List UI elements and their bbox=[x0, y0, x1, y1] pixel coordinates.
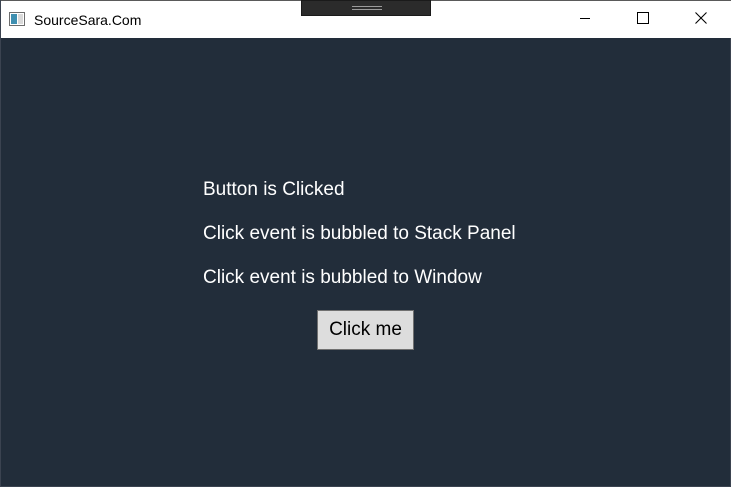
maximize-button[interactable] bbox=[620, 1, 666, 38]
app-window: SourceSara.Com Button is Clicked Click e… bbox=[0, 0, 731, 487]
window-title: SourceSara.Com bbox=[34, 12, 142, 28]
message-window: Click event is bubbled to Window bbox=[203, 267, 482, 288]
minimize-icon bbox=[579, 11, 591, 29]
minimize-button[interactable] bbox=[562, 1, 608, 38]
drag-handle[interactable] bbox=[301, 0, 431, 16]
message-button-clicked: Button is Clicked bbox=[203, 179, 345, 200]
message-stack-panel: Click event is bubbled to Stack Panel bbox=[203, 223, 516, 244]
content-area: Button is Clicked Click event is bubbled… bbox=[1, 38, 731, 487]
title-bar[interactable]: SourceSara.Com bbox=[1, 0, 731, 38]
maximize-icon bbox=[637, 11, 649, 29]
click-me-button[interactable]: Click me bbox=[317, 310, 414, 350]
close-icon bbox=[695, 11, 707, 29]
app-icon bbox=[9, 12, 25, 26]
close-button[interactable] bbox=[678, 1, 724, 38]
